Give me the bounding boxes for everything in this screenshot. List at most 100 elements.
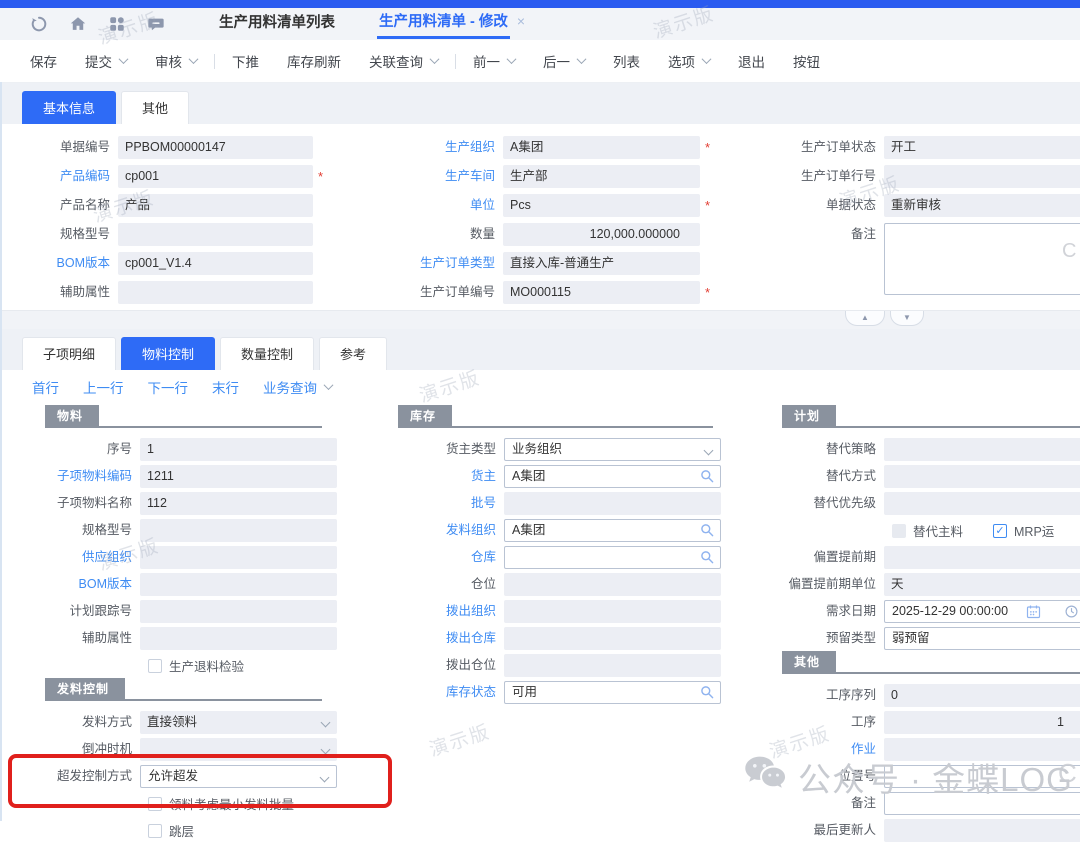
close-icon[interactable]: × xyxy=(517,13,525,29)
lookup-warehouse[interactable] xyxy=(504,546,721,569)
field-offset-lead-unit: 偏置提前期单位天 xyxy=(774,573,1080,596)
field-value: 1 xyxy=(147,442,154,456)
checkbox-label: 跳层 xyxy=(169,821,194,840)
collapse-down-button[interactable]: ▼ xyxy=(890,311,924,326)
left-edge-line xyxy=(0,82,2,821)
field-lot-no: 批号 xyxy=(392,492,721,515)
tab-基本信息[interactable]: 基本信息 xyxy=(22,91,116,124)
toolbar-button-关联查询[interactable]: 关联查询 xyxy=(369,51,438,71)
input-remark-line[interactable] xyxy=(884,792,1080,815)
toolbar-button-选项[interactable]: 选项 xyxy=(668,51,710,71)
section-header-issue-control: 发料控制 xyxy=(45,681,322,701)
field-sub-mode: 替代方式 xyxy=(774,465,1080,488)
input-offset-lead xyxy=(884,546,1080,569)
row-link-上一行[interactable]: 上一行 xyxy=(83,377,124,397)
toolbar-button-下推[interactable]: 下推 xyxy=(232,51,259,71)
row-link-下一行[interactable]: 下一行 xyxy=(148,377,189,397)
detail-tab-物料控制[interactable]: 物料控制 xyxy=(121,337,215,370)
header-icons xyxy=(30,15,165,33)
input-mo-status: 开工 xyxy=(884,136,1080,159)
label-bom-version[interactable]: BOM版本 xyxy=(10,252,118,275)
row-link-业务查询[interactable]: 业务查询 xyxy=(263,377,332,397)
label-plan-track-no: 计划跟踪号 xyxy=(10,600,140,623)
select-over-issue-control[interactable]: 允许超发 xyxy=(140,765,337,788)
date-demand-date[interactable]: 2025-12-29 00:00:00 xyxy=(884,600,1080,623)
row-link-首行[interactable]: 首行 xyxy=(32,377,59,397)
input-child-bom xyxy=(140,573,337,596)
toolbar-button-提交[interactable]: 提交 xyxy=(85,51,127,71)
message-icon[interactable] xyxy=(147,15,165,33)
checkbox-mrp-calc[interactable]: ✓MRP运 xyxy=(993,521,1054,540)
checkbox-skip-level[interactable]: 跳层 xyxy=(148,821,194,840)
header-bar: 生产用料清单列表 生产用料清单 - 修改× xyxy=(0,8,1080,40)
toolbar-button-前一[interactable]: 前一 xyxy=(473,51,515,71)
lookup-stock-status[interactable]: 可用 xyxy=(504,681,721,704)
label-unit[interactable]: 单位 xyxy=(392,194,503,217)
label-transfer-org[interactable]: 拨出组织 xyxy=(392,600,504,623)
toolbar-button-退出[interactable]: 退出 xyxy=(738,51,765,71)
label-warehouse[interactable]: 仓库 xyxy=(392,546,504,569)
label-owner[interactable]: 货主 xyxy=(392,465,504,488)
field-value: cp001_V1.4 xyxy=(125,256,192,270)
input-mo-line-no xyxy=(884,165,1080,188)
label-stock-status[interactable]: 库存状态 xyxy=(392,681,504,704)
calendar-icon[interactable] xyxy=(1026,604,1041,619)
checkbox-substitute-main: 替代主料 xyxy=(892,521,963,540)
detail-tab-子项明细[interactable]: 子项明细 xyxy=(22,337,116,370)
toolbar-button-库存刷新[interactable]: 库存刷新 xyxy=(287,51,341,71)
field-value: 直接领料 xyxy=(147,715,197,729)
toolbar-button-保存[interactable]: 保存 xyxy=(30,51,57,71)
input-reserve-type[interactable]: 弱预留 xyxy=(884,627,1080,650)
label-prod-org[interactable]: 生产组织 xyxy=(392,136,503,159)
detail-tab-数量控制[interactable]: 数量控制 xyxy=(220,337,314,370)
field-mo-no: 生产订单编号MO000115* xyxy=(392,281,710,304)
page-tab-1[interactable]: 生产用料清单 - 修改× xyxy=(377,10,525,39)
checkbox-row: 生产退料检验 xyxy=(10,654,337,677)
page-tab-0[interactable]: 生产用料清单列表 xyxy=(217,11,337,37)
label-transfer-warehouse[interactable]: 拨出仓库 xyxy=(392,627,504,650)
label-supply-org[interactable]: 供应组织 xyxy=(10,546,140,569)
toolbar-button-列表[interactable]: 列表 xyxy=(613,51,640,71)
toolbar-button-按钮[interactable]: 按钮 xyxy=(793,51,820,71)
tab-其他[interactable]: 其他 xyxy=(121,91,189,124)
label-child-code[interactable]: 子项物料编码 xyxy=(10,465,140,488)
toolbar-button-label: 选项 xyxy=(668,51,695,71)
page-tabs: 生产用料清单列表 生产用料清单 - 修改× xyxy=(165,10,525,39)
checkbox-min-issue-batch[interactable]: 领料考虑最小发料批量 xyxy=(148,794,294,813)
detail-tab-参考[interactable]: 参考 xyxy=(319,337,387,370)
toolbar-button-审核[interactable]: 审核 xyxy=(155,51,197,71)
label-issue-org[interactable]: 发料组织 xyxy=(392,519,504,542)
input-product-name: 产品 xyxy=(118,194,313,217)
input-op-sequence: 0 xyxy=(884,684,1080,707)
label-operation: 工序 xyxy=(774,711,884,734)
lookup-issue-org[interactable]: A集团 xyxy=(504,519,721,542)
collapse-up-button[interactable]: ▲ xyxy=(845,311,885,326)
checkbox-box xyxy=(148,797,162,811)
checkbox-label: 生产退料检验 xyxy=(169,656,244,675)
input-child-code: 1211 xyxy=(140,465,337,488)
checkbox-return-inspect[interactable]: 生产退料检验 xyxy=(148,656,244,675)
label-product-code[interactable]: 产品编码 xyxy=(10,165,118,188)
label-lot-no[interactable]: 批号 xyxy=(392,492,504,515)
toolbar-button-后一[interactable]: 后一 xyxy=(543,51,585,71)
textarea-remark-top[interactable] xyxy=(884,223,1080,295)
checkbox-box xyxy=(148,824,162,838)
input-position-no[interactable] xyxy=(884,765,1080,788)
select-owner-type[interactable]: 业务组织 xyxy=(504,438,721,461)
row-link-末行[interactable]: 末行 xyxy=(212,377,239,397)
lookup-owner[interactable]: A集团 xyxy=(504,465,721,488)
field-demand-date: 需求日期2025-12-29 00:00:00 xyxy=(774,600,1080,623)
row-link-label: 末行 xyxy=(212,377,239,397)
grid-icon[interactable] xyxy=(108,15,126,33)
toolbar: 保存 提交 审核 下推 库存刷新 关联查询 前一 后一 列表 选项 退出 按钮 xyxy=(0,40,1080,83)
label-mo-type[interactable]: 生产订单类型 xyxy=(392,252,503,275)
label-activity[interactable]: 作业 xyxy=(774,738,884,761)
field-over-issue-control: 超发控制方式允许超发 xyxy=(10,765,337,788)
home-icon[interactable] xyxy=(69,15,87,33)
label-child-bom[interactable]: BOM版本 xyxy=(10,573,140,596)
label-prod-workshop[interactable]: 生产车间 xyxy=(392,165,503,188)
sync-icon[interactable] xyxy=(30,15,48,33)
field-value: 112 xyxy=(147,496,167,510)
label-offset-lead: 偏置提前期 xyxy=(774,546,884,569)
field-warehouse: 仓库 xyxy=(392,546,721,569)
